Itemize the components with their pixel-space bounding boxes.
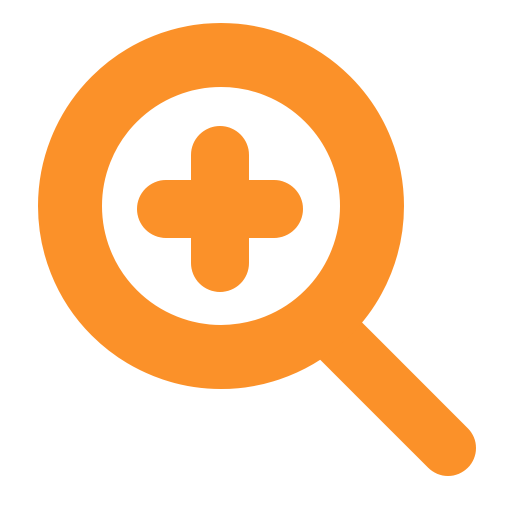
icon-canvas xyxy=(0,0,512,512)
zoom-in-icon[interactable] xyxy=(0,0,512,512)
plus-icon xyxy=(137,126,303,292)
magnifier-handle xyxy=(312,312,476,476)
